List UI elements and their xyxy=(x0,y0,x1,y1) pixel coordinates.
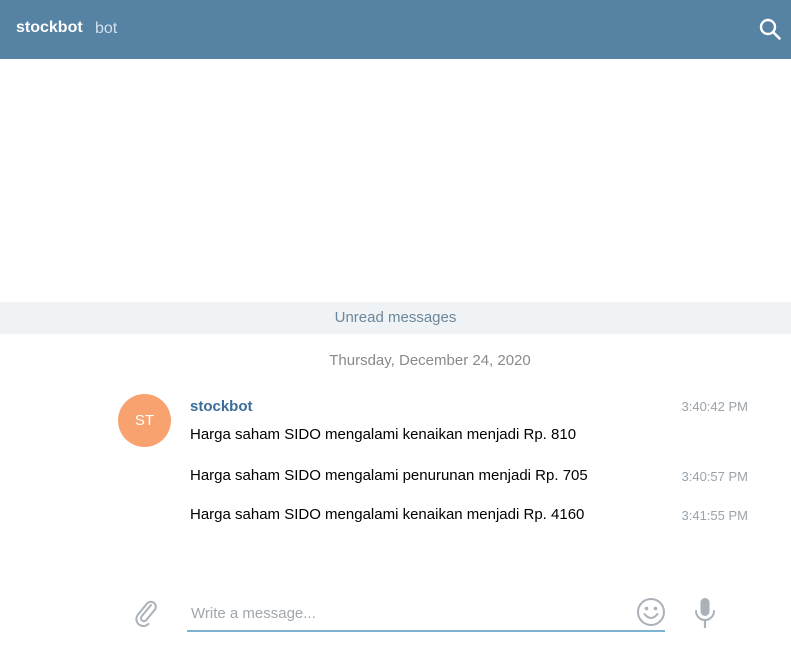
message-text: Harga saham SIDO mengalami kenaikan menj… xyxy=(190,506,585,523)
message-time: 3:40:57 PM xyxy=(681,469,749,484)
sender-name[interactable]: stockbot xyxy=(190,398,253,415)
message-text: Harga saham SIDO mengalami kenaikan menj… xyxy=(190,426,577,443)
emoji-icon[interactable] xyxy=(636,597,666,627)
message-time: 3:41:55 PM xyxy=(681,508,749,523)
date-separator: Thursday, December 24, 2020 xyxy=(329,352,531,369)
chat-header: stockbot bot xyxy=(0,0,791,59)
microphone-icon[interactable] xyxy=(692,597,718,629)
search-icon[interactable] xyxy=(758,17,782,41)
paperclip-icon[interactable] xyxy=(131,597,161,627)
unread-messages-bar: Unread messages xyxy=(0,302,791,334)
chat-title[interactable]: stockbot xyxy=(16,19,83,37)
message-time: 3:40:42 PM xyxy=(681,399,749,414)
avatar[interactable]: ST xyxy=(118,394,171,447)
message-text: Harga saham SIDO mengalami penurunan men… xyxy=(190,467,588,484)
chat-subtitle: bot xyxy=(95,20,118,37)
message-input[interactable] xyxy=(187,596,665,632)
